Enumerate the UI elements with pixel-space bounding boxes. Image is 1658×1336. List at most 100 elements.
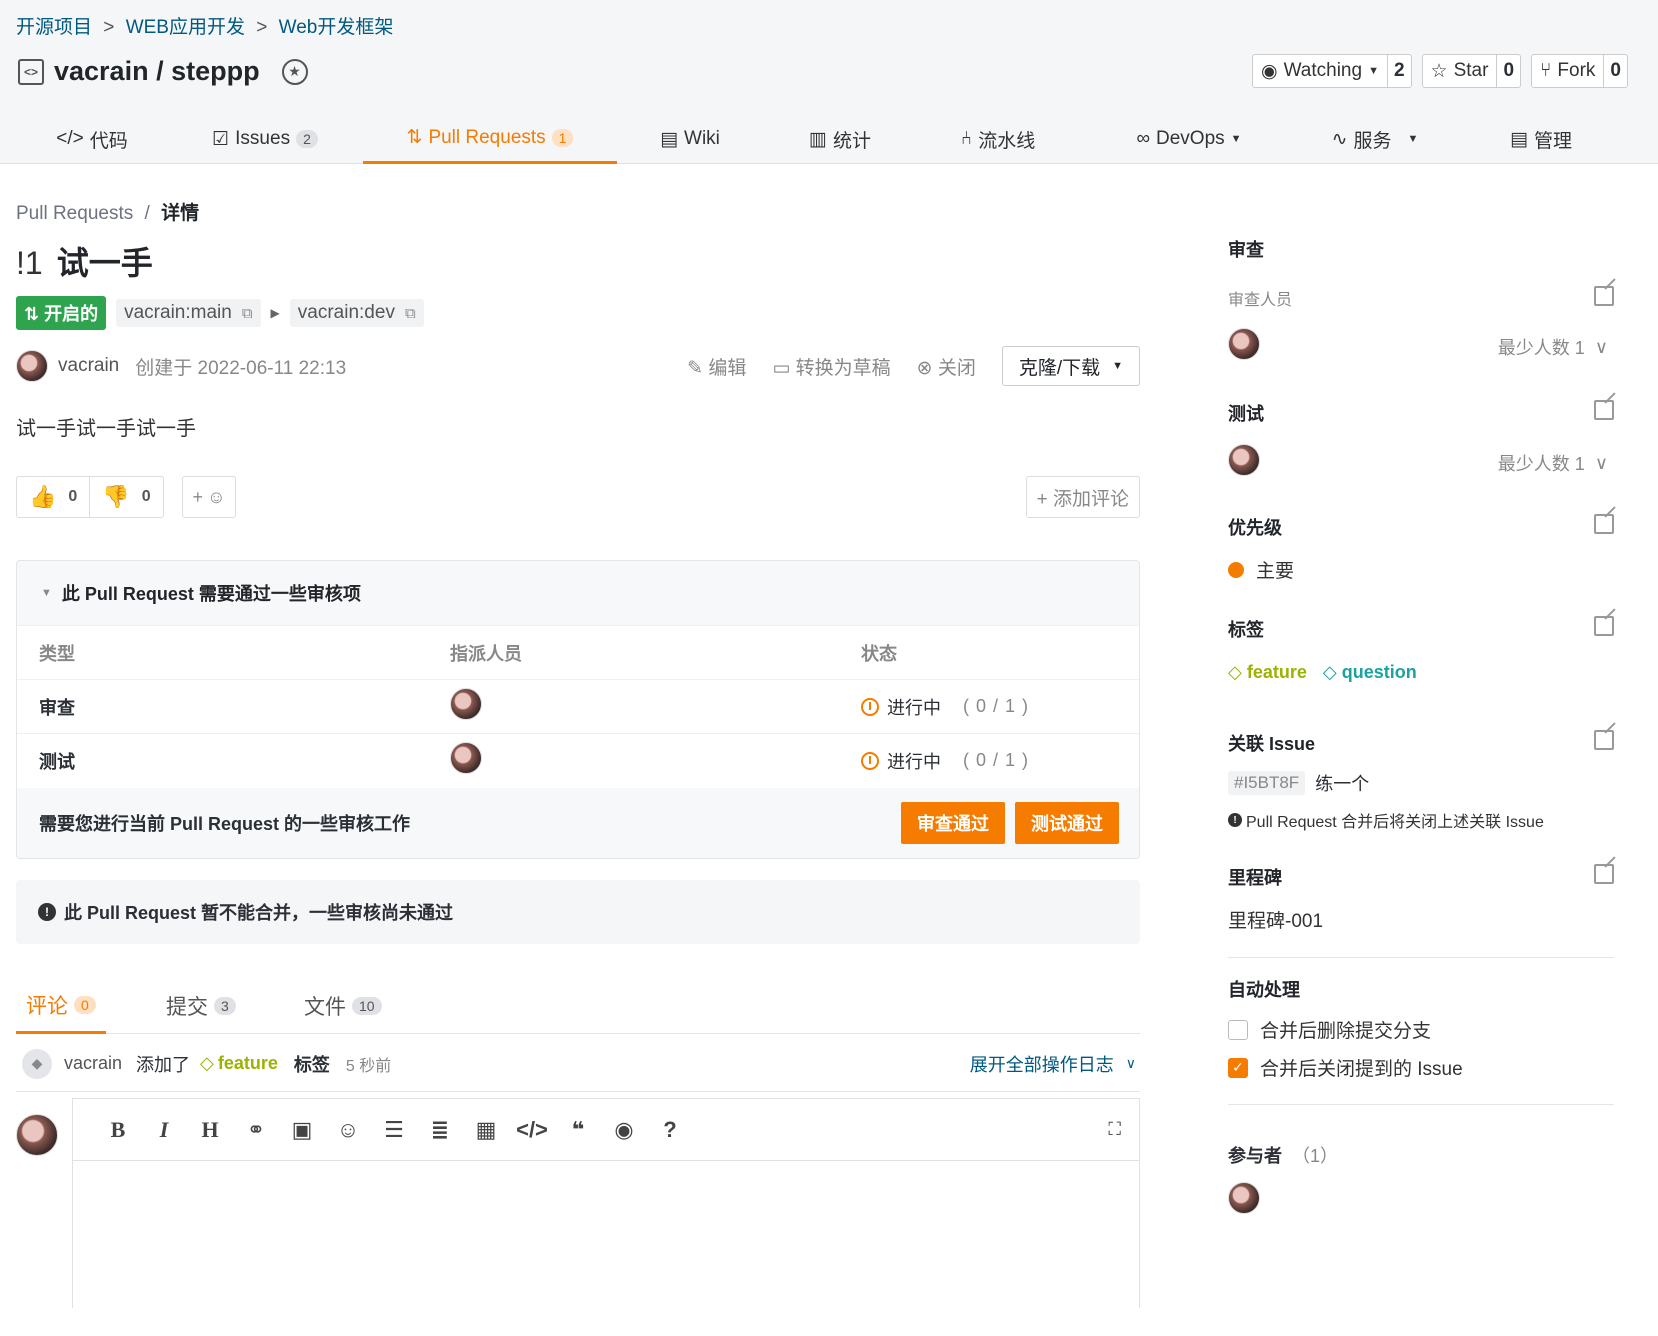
pulse-icon: ∿ <box>1331 128 1348 150</box>
tag-icon: ◆ <box>22 1048 52 1079</box>
edit-icon[interactable] <box>1594 730 1614 750</box>
watch-button[interactable]: ◉ Watching ▼ 2 <box>1251 54 1412 88</box>
edit-icon: ✎ <box>687 357 704 379</box>
edit-icon[interactable] <box>1594 864 1614 884</box>
star-button[interactable]: ☆ Star 0 <box>1421 54 1522 88</box>
avatar <box>16 1114 58 1156</box>
fullscreen-icon[interactable]: ⛶ <box>1108 1119 1121 1140</box>
quote-icon[interactable]: ❝ <box>555 1117 601 1143</box>
arrow-right-icon: ▶ <box>270 306 280 320</box>
tab-pull-requests[interactable]: ⇅ Pull Requests 1 <box>363 114 617 164</box>
approve-test-button[interactable]: 测试通过 <box>1015 801 1119 844</box>
image-icon[interactable]: ▣ <box>279 1117 325 1143</box>
add-reaction-button[interactable]: + ☺ <box>182 476 236 518</box>
heading-icon[interactable]: H <box>187 1117 233 1143</box>
edit-icon[interactable] <box>1594 400 1614 420</box>
expand-log-button[interactable]: 展开全部操作日志 ∨ <box>970 1051 1136 1077</box>
link-icon[interactable]: ⚭ <box>233 1117 279 1143</box>
label-question[interactable]: ◇ question <box>1323 662 1417 683</box>
test-min[interactable]: 最少人数 1 ∨ <box>1498 450 1608 476</box>
table-row: 审查 进行中( 0 / 1 ) <box>17 679 1139 734</box>
review-min[interactable]: 最少人数 1 ∨ <box>1498 334 1608 360</box>
tab-stats[interactable]: ▥ 统计 <box>800 114 880 164</box>
thumbs-down-button[interactable]: 👎 0 <box>89 477 162 517</box>
fork-button[interactable]: ⑂ Fork 0 <box>1531 54 1628 88</box>
tab-wiki[interactable]: ▤ Wiki <box>650 114 730 164</box>
edit-icon[interactable] <box>1594 286 1614 306</box>
delete-branch-checkbox[interactable]: 合并后删除提交分支 <box>1228 1016 1431 1043</box>
close-issue-checkbox[interactable]: ✓ 合并后关闭提到的 Issue <box>1228 1054 1463 1081</box>
priority-dot-icon <box>1228 561 1244 578</box>
auto-title: 自动处理 <box>1228 980 1300 1000</box>
divider <box>1228 1104 1614 1105</box>
code-icon[interactable]: </> <box>509 1117 555 1143</box>
ordered-list-icon[interactable]: ≣ <box>417 1117 463 1143</box>
star-count[interactable]: 0 <box>1496 55 1520 87</box>
copy-icon[interactable]: ⧉ <box>405 305 416 322</box>
fork-count[interactable]: 0 <box>1603 55 1627 87</box>
tab-commits[interactable]: 提交 3 <box>166 978 236 1034</box>
tab-files[interactable]: 文件 10 <box>304 978 382 1034</box>
crumb-0[interactable]: 开源项目 <box>16 17 92 38</box>
tab-manage[interactable]: ▤ 管理 <box>1506 114 1576 164</box>
label-feature[interactable]: ◇ feature <box>200 1053 278 1074</box>
code-icon: <> <box>18 58 44 85</box>
edit-icon[interactable] <box>1594 514 1614 534</box>
clone-button[interactable]: 克隆/下载 ▼ <box>1001 346 1140 386</box>
comment-editor: B I H ⚭ ▣ ☺ ☰ ≣ ▦ </> ❝ ◉ ? ⛶ <box>72 1098 1140 1308</box>
award-icon[interactable]: ★ <box>281 58 308 85</box>
thumbs-up-button[interactable]: 👍 0 <box>17 477 89 517</box>
italic-icon[interactable]: I <box>141 1117 187 1143</box>
avatar[interactable] <box>450 742 482 775</box>
avatar[interactable] <box>1228 444 1260 476</box>
crumb-1[interactable]: WEB应用开发 <box>126 17 245 38</box>
copy-icon[interactable]: ⧉ <box>242 305 253 322</box>
table-row: 测试 进行中( 0 / 1 ) <box>17 733 1139 788</box>
target-branch[interactable]: vacrain:dev ⧉ <box>289 299 424 327</box>
table-icon[interactable]: ▦ <box>463 1117 509 1143</box>
chevron-down-icon: ∨ <box>1125 1055 1136 1071</box>
help-icon[interactable]: ? <box>647 1117 693 1143</box>
pr-breadcrumb: Pull Requests / 详情 <box>16 203 200 224</box>
pr-author[interactable]: vacrain <box>58 355 119 377</box>
draft-button[interactable]: ▭ 转换为草稿 <box>772 353 890 380</box>
avatar[interactable] <box>1228 328 1260 360</box>
source-branch[interactable]: vacrain:main ⧉ <box>116 299 261 327</box>
repo-header: 开源项目 > WEB应用开发 > Web开发框架 <> vacrain / st… <box>0 0 1658 164</box>
close-button[interactable]: ⊗ 关闭 <box>917 353 976 380</box>
comment-textarea[interactable] <box>73 1161 1139 1307</box>
avatar[interactable] <box>1228 1182 1260 1214</box>
emoji-icon[interactable]: ☺ <box>325 1117 371 1143</box>
milestone-value[interactable]: 里程碑-001 <box>1228 906 1323 933</box>
label-feature[interactable]: ◇ feature <box>1228 662 1307 683</box>
edit-icon[interactable] <box>1594 616 1614 636</box>
pr-crumb-root[interactable]: Pull Requests <box>16 203 133 224</box>
tab-issues[interactable]: ☑ Issues 2 <box>200 114 330 164</box>
bold-icon[interactable]: B <box>95 1117 141 1143</box>
avatar[interactable] <box>450 688 482 720</box>
test-title: 测试 <box>1228 404 1264 424</box>
checks-header[interactable]: ▼ 此 Pull Request 需要通过一些审核项 <box>17 561 1139 625</box>
tab-devops[interactable]: ∞ DevOps ▼ <box>1124 114 1254 164</box>
repo-tabs: </> 代码 ☑ Issues 2 ⇅ Pull Requests 1 ▤ Wiki ▥ 统计… <box>0 114 1658 164</box>
preview-icon[interactable]: ◉ <box>601 1117 647 1143</box>
tab-pipeline[interactable]: ⑃ 流水线 <box>948 114 1048 164</box>
linked-issue[interactable]: #I5BT8F 练一个 <box>1228 770 1369 796</box>
tag-icon: ◇ <box>1322 662 1337 682</box>
avatar[interactable] <box>16 350 48 382</box>
tab-comments[interactable]: 评论 0 <box>16 978 106 1034</box>
watch-count[interactable]: 2 <box>1386 55 1411 87</box>
repo-name[interactable]: vacrain / steppp <box>54 56 260 87</box>
log-author[interactable]: vacrain <box>64 1053 122 1074</box>
review-checks: ▼ 此 Pull Request 需要通过一些审核项 类型 指派人员 状态 审查 … <box>16 560 1140 859</box>
infinity-icon: ∞ <box>1136 128 1150 149</box>
add-comment-button[interactable]: + 添加评论 <box>1025 476 1140 518</box>
eye-icon: ◉ <box>1260 60 1278 82</box>
approve-review-button[interactable]: 审查通过 <box>901 801 1005 844</box>
tab-services[interactable]: ∿ 服务 ▼ <box>1330 114 1420 164</box>
edit-button[interactable]: ✎ 编辑 <box>687 353 746 380</box>
bullet-list-icon[interactable]: ☰ <box>371 1117 417 1143</box>
issue-note: ! Pull Request 合并后将关闭上述关联 Issue <box>1228 808 1544 832</box>
tab-code[interactable]: </> 代码 <box>52 114 132 164</box>
crumb-2[interactable]: Web开发框架 <box>279 17 394 38</box>
